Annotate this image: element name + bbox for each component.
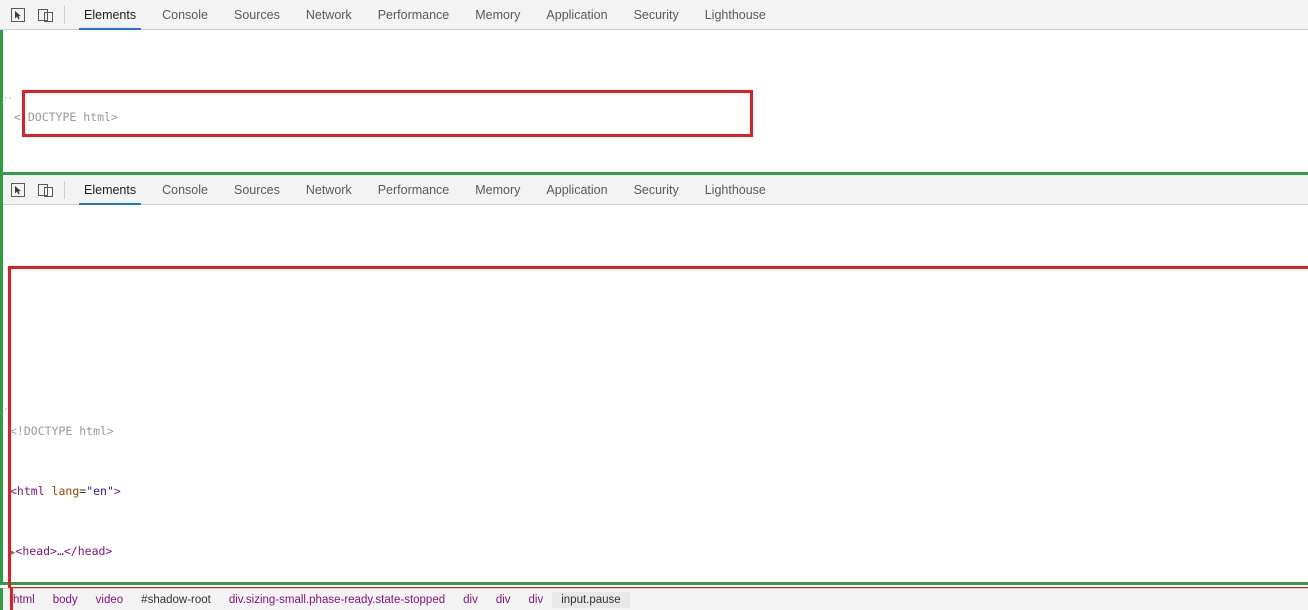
dom-tree-panel-two: <!DOCTYPE html> <html lang="en"> ▶<head>…: [0, 378, 1308, 610]
tab-label: Application: [546, 182, 608, 197]
tab-performance[interactable]: Performance: [365, 0, 463, 30]
tab-label: Sources: [233, 7, 280, 22]
dom-breadcrumb-bar: html body video #shadow-root div.sizing-…: [0, 588, 1308, 610]
annotation-green-border-bottom: [0, 582, 1308, 585]
inspect-cursor-icon[interactable]: [5, 4, 31, 26]
tab-label: Performance: [377, 182, 450, 197]
devtools-tabs-bottom: Elements Console Sources Network Perform…: [71, 175, 779, 205]
tab-sources[interactable]: Sources: [221, 175, 293, 205]
inspect-cursor-icon[interactable]: [5, 179, 31, 201]
row-gutter-dots: ··: [4, 403, 14, 415]
breadcrumb-item-div-1[interactable]: div: [454, 592, 487, 608]
tab-security[interactable]: Security: [621, 0, 692, 30]
tab-label: Lighthouse: [704, 182, 766, 197]
toolbar-empty-space: [840, 0, 1308, 30]
tab-label: Lighthouse: [704, 7, 766, 22]
tab-console[interactable]: Console: [149, 175, 221, 205]
tab-application[interactable]: Application: [533, 175, 620, 205]
tab-label: Memory: [475, 7, 521, 22]
toolbar-divider: [64, 180, 65, 199]
tab-label: Console: [162, 7, 208, 22]
tab-performance[interactable]: Performance: [365, 175, 463, 205]
tab-label: Application: [546, 7, 608, 22]
tab-memory[interactable]: Memory: [462, 175, 533, 205]
tab-application[interactable]: Application: [533, 0, 620, 30]
breadcrumb-item-div-2[interactable]: div: [487, 592, 520, 608]
breadcrumb-item-video[interactable]: video: [87, 592, 133, 608]
tab-console[interactable]: Console: [149, 0, 221, 30]
dom-line-doctype[interactable]: <!DOCTYPE html>: [0, 424, 1308, 439]
tab-lighthouse[interactable]: Lighthouse: [692, 0, 779, 30]
devtools-toolbar-bottom: Elements Console Sources Network Perform…: [0, 175, 1308, 205]
annotation-green-border-left: [0, 175, 3, 585]
tab-network[interactable]: Network: [293, 0, 365, 30]
tab-label: Sources: [233, 182, 280, 197]
annotation-green-border-panel-one: [0, 30, 3, 172]
tab-memory[interactable]: Memory: [462, 0, 533, 30]
devtools-screenshot-composite: Elements Console Sources Network Perform…: [0, 0, 1308, 610]
tab-security[interactable]: Security: [621, 175, 692, 205]
dom-line-head[interactable]: ▶<head>…</head>: [0, 544, 1308, 559]
tab-network[interactable]: Network: [293, 175, 365, 205]
tab-label: Security: [633, 7, 679, 22]
tab-lighthouse[interactable]: Lighthouse: [692, 175, 779, 205]
tab-elements[interactable]: Elements: [71, 0, 149, 30]
breadcrumb-item-div-3[interactable]: div: [520, 592, 553, 608]
tab-label: Elements: [84, 182, 137, 197]
tab-label: Elements: [84, 7, 137, 22]
tab-label: Performance: [377, 7, 450, 22]
tab-sources[interactable]: Sources: [221, 0, 293, 30]
tab-label: Security: [633, 182, 679, 197]
tab-label: Memory: [475, 182, 521, 197]
device-toolbar-icon[interactable]: [33, 4, 59, 26]
breadcrumb-item-shadow-root[interactable]: #shadow-root: [132, 592, 220, 608]
dom-line-html-open[interactable]: <html lang="en">: [0, 484, 1308, 499]
row-gutter-dots: ··: [4, 92, 14, 104]
annotation-red-marker-breadcrumb: [10, 588, 13, 610]
devtools-tabs-top: Elements Console Sources Network Perform…: [71, 0, 779, 30]
tab-label: Console: [162, 182, 208, 197]
breadcrumb-item-div-sizing-small[interactable]: div.sizing-small.phase-ready.state-stopp…: [220, 592, 454, 608]
tab-elements[interactable]: Elements: [71, 175, 149, 205]
dom-line-doctype[interactable]: <!DOCTYPE html>: [0, 110, 1308, 125]
tab-label: Network: [305, 182, 352, 197]
tab-label: Network: [305, 7, 352, 22]
breadcrumb-item-body[interactable]: body: [44, 592, 87, 608]
breadcrumb-item-input-pause[interactable]: input.pause: [552, 591, 630, 608]
toolbar-divider: [64, 5, 65, 24]
annotation-green-marker-breadcrumb: [0, 588, 3, 610]
device-toolbar-icon[interactable]: [33, 179, 59, 201]
